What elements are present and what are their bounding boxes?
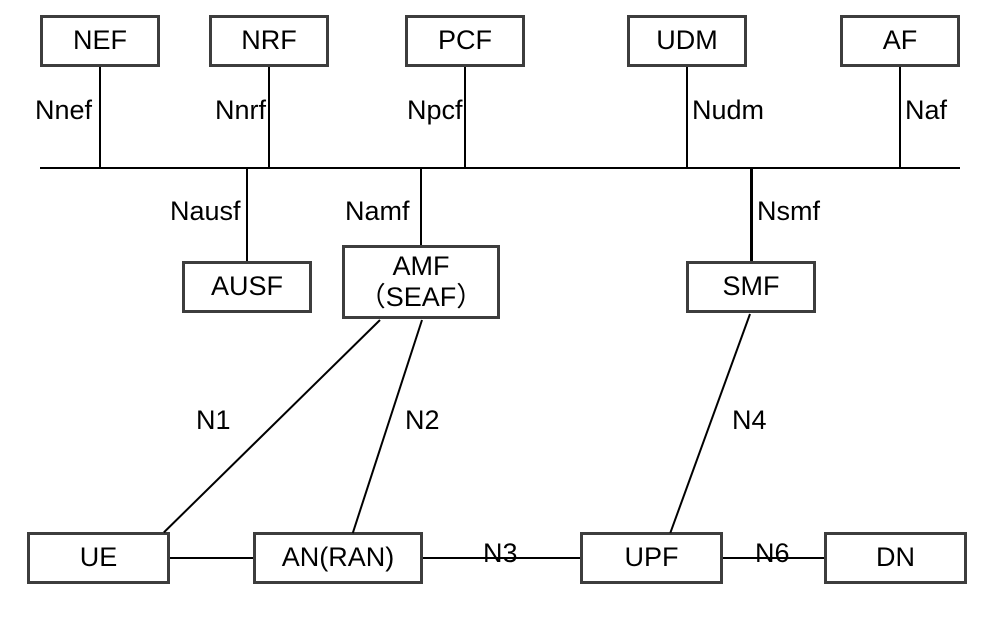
- node-ue-label: UE: [80, 542, 118, 573]
- node-smf: SMF: [686, 261, 816, 313]
- node-af-label: AF: [883, 25, 918, 56]
- connector-nrf: [268, 67, 270, 167]
- label-naf: Naf: [905, 95, 947, 126]
- node-pcf-label: PCF: [438, 25, 492, 56]
- node-ausf-label: AUSF: [211, 271, 283, 302]
- label-n4: N4: [732, 405, 767, 436]
- connector-ausf: [246, 167, 248, 261]
- connector-udm: [686, 67, 688, 167]
- connector-amf: [420, 167, 422, 245]
- node-ue: UE: [27, 532, 170, 584]
- node-pcf: PCF: [405, 15, 525, 67]
- label-nnef: Nnef: [35, 95, 92, 126]
- label-n2: N2: [405, 405, 440, 436]
- label-npcf: Npcf: [407, 95, 463, 126]
- node-anran-label: AN(RAN): [282, 542, 395, 573]
- node-udm-label: UDM: [656, 25, 718, 56]
- node-ausf: AUSF: [182, 261, 312, 313]
- node-af: AF: [840, 15, 960, 67]
- connector-ue-anran: [170, 557, 253, 559]
- label-nudm: Nudm: [692, 95, 764, 126]
- connector-pcf: [464, 67, 466, 167]
- label-n1: N1: [196, 405, 231, 436]
- label-n3: N3: [483, 538, 518, 569]
- node-anran: AN(RAN): [253, 532, 423, 584]
- node-amf: AMF （SEAF）: [342, 245, 500, 319]
- node-udm: UDM: [627, 15, 747, 67]
- node-nrf-label: NRF: [241, 25, 297, 56]
- node-nef-label: NEF: [73, 25, 127, 56]
- service-bus: [40, 167, 960, 169]
- label-namf: Namf: [345, 196, 410, 227]
- node-upf-label: UPF: [625, 542, 679, 573]
- connector-af: [899, 67, 901, 167]
- node-smf-label: SMF: [723, 271, 780, 302]
- node-upf: UPF: [580, 532, 723, 584]
- node-dn: DN: [824, 532, 967, 584]
- connector-nef: [99, 67, 101, 167]
- node-dn-label: DN: [876, 542, 915, 573]
- label-nnrf: Nnrf: [215, 95, 266, 126]
- label-nsmf: Nsmf: [757, 196, 820, 227]
- node-nef: NEF: [40, 15, 160, 67]
- node-nrf: NRF: [209, 15, 329, 67]
- label-n6: N6: [755, 538, 790, 569]
- node-amf-label: AMF （SEAF）: [359, 251, 484, 313]
- connector-smf: [750, 167, 753, 261]
- label-nausf: Nausf: [170, 196, 241, 227]
